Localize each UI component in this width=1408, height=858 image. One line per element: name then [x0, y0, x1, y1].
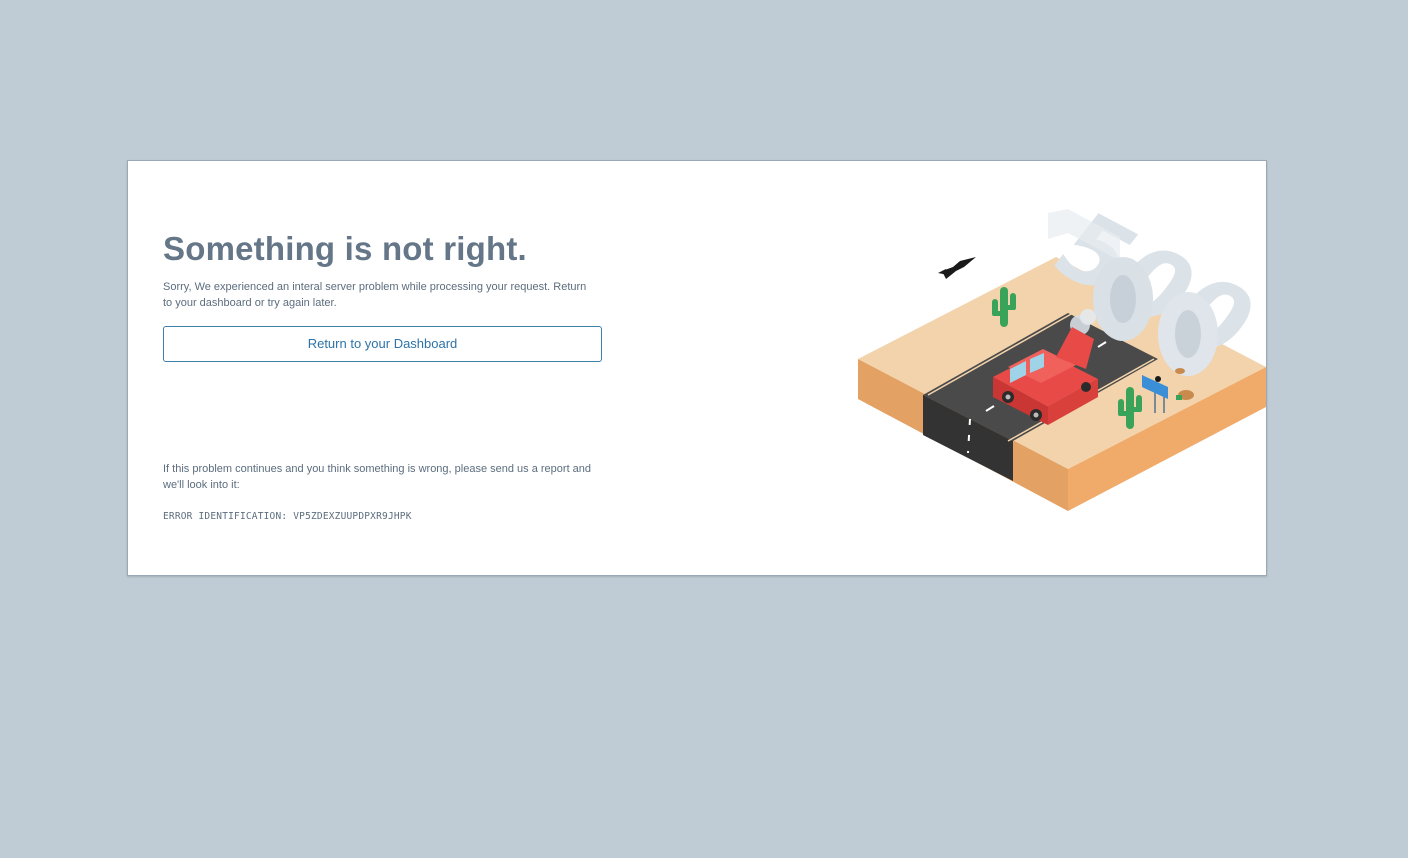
error-identification: ERROR IDENTIFICATION: VP5ZDEXZUUPDPXR9JH… — [163, 511, 412, 522]
small-plant — [1176, 395, 1182, 400]
error-description: Sorry, We experienced an interal server … — [163, 281, 587, 309]
error-500-illustration: 500 — [858, 209, 1266, 511]
digit-zero-1-hole — [1110, 275, 1136, 323]
return-dashboard-button[interactable]: Return to your Dashboard — [163, 326, 602, 362]
report-text: If this problem continues and you think … — [163, 463, 592, 491]
rock-2 — [1175, 368, 1185, 374]
smoke-puff-2 — [1080, 309, 1096, 325]
page-title: Something is not right. — [163, 230, 527, 267]
digit-zero-2-hole — [1175, 310, 1201, 358]
error-card: Something is not right. Sorry, We experi… — [127, 160, 1267, 576]
crow-icon — [938, 257, 976, 279]
